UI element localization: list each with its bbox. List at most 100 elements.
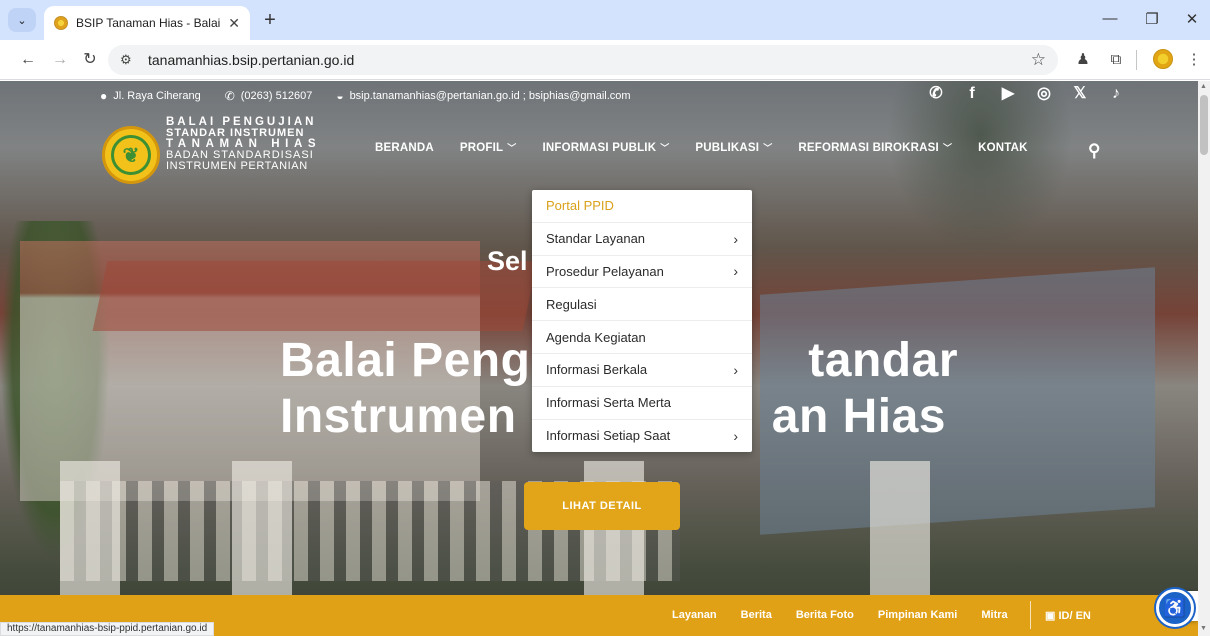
quick-links: Layanan Berita Berita Foto Pimpinan Kami…: [672, 609, 1032, 621]
bookmark-star-icon[interactable]: ☆: [1031, 50, 1046, 70]
nav-label: PUBLIKASI: [695, 141, 760, 154]
link-berita[interactable]: Berita: [741, 609, 772, 621]
search-icon[interactable]: ⚲: [1088, 141, 1108, 161]
link-pimpinan-kami[interactable]: Pimpinan Kami: [878, 609, 957, 621]
url-text[interactable]: tanamanhias.bsip.pertanian.go.id: [148, 52, 354, 68]
tab-close-icon[interactable]: ✕: [228, 15, 240, 32]
email-info: ◒ bsip.tanamanhias@pertanian.go.id ; bsi…: [336, 89, 630, 103]
extension-icon[interactable]: ♟: [1073, 50, 1093, 70]
scrollbar-thumb[interactable]: [1200, 95, 1208, 155]
email-text: bsip.tanamanhias@pertanian.go.id ; bsiph…: [349, 90, 631, 102]
nav-beranda[interactable]: BERANDA: [375, 142, 434, 154]
back-icon[interactable]: ←: [18, 50, 38, 70]
page-scrollbar[interactable]: [1198, 81, 1210, 636]
tab-title: BSIP Tanaman Hias - Balai Peng: [76, 16, 221, 30]
social-links: ✆ f ▶ ◎ 𝕏 ♪: [925, 83, 1127, 105]
close-icon[interactable]: ✕: [1180, 10, 1204, 28]
x-icon[interactable]: 𝕏: [1069, 83, 1091, 105]
background-roof: [92, 261, 538, 331]
dropdown-item-label: Informasi Serta Merta: [546, 395, 671, 411]
address-info: ● Jl. Raya Ciherang: [100, 89, 201, 103]
menu-icon[interactable]: ⋮: [1184, 50, 1204, 70]
tab-search-icon[interactable]: ⌄: [8, 8, 36, 32]
forward-icon[interactable]: →: [50, 50, 70, 70]
logo-line: INSTRUMEN PERTANIAN: [166, 160, 308, 172]
dropdown-item-informasi-serta-merta[interactable]: Informasi Serta Merta: [532, 387, 752, 420]
nav-informasi-publik[interactable]: INFORMASI PUBLIK ﹀: [542, 141, 669, 154]
minimize-icon[interactable]: —: [1098, 10, 1122, 27]
hero-subtitle: Sel: [487, 246, 528, 276]
nav-label: REFORMASI BIROKRASI: [798, 141, 939, 154]
whatsapp-icon[interactable]: ✆: [925, 83, 947, 105]
reload-icon[interactable]: ↻: [80, 50, 100, 70]
restore-icon[interactable]: ❐: [1140, 10, 1164, 28]
scroll-down-icon[interactable]: ▼: [1200, 625, 1207, 632]
tiktok-icon[interactable]: ♪: [1105, 83, 1127, 105]
email-icon: ◒: [336, 89, 344, 103]
hero-title-line2-tail: an Hias: [771, 390, 946, 443]
dropdown-item-informasi-setiap-saat[interactable]: Informasi Setiap Saat ›: [532, 420, 752, 453]
dropdown-item-standar-layanan[interactable]: Standar Layanan ›: [532, 223, 752, 256]
divider: [1030, 601, 1031, 629]
logo-text[interactable]: BALAI PENGUJIAN STANDAR INSTRUMEN TANAMA…: [166, 116, 321, 172]
site-info-icon[interactable]: ⚙: [120, 52, 136, 68]
informasi-publik-dropdown: Portal PPID Standar Layanan › Prosedur Pe…: [532, 190, 752, 453]
background-palm: [880, 81, 1080, 261]
main-navigation: BERANDA PROFIL ﹀ INFORMASI PUBLIK ﹀ PUBLIK…: [375, 141, 1054, 154]
chevron-right-icon: ›: [733, 427, 738, 444]
dropdown-item-agenda-kegiatan[interactable]: Agenda Kegiatan: [532, 321, 752, 354]
chevron-down-icon: ﹀: [660, 143, 670, 153]
toolbar-divider: [1136, 50, 1137, 70]
link-mitra[interactable]: Mitra: [981, 609, 1007, 621]
address-text: Jl. Raya Ciherang: [113, 90, 201, 102]
dropdown-item-prosedur-pelayanan[interactable]: Prosedur Pelayanan ›: [532, 256, 752, 289]
logo-emblem[interactable]: ❦: [102, 126, 160, 184]
accessibility-icon[interactable]: ♿: [1156, 589, 1194, 627]
chevron-right-icon: ›: [733, 230, 738, 247]
link-layanan[interactable]: Layanan: [672, 609, 717, 621]
nav-publikasi[interactable]: PUBLIKASI ﹀: [695, 141, 772, 154]
puzzle-icon[interactable]: ⧉: [1106, 50, 1126, 70]
lihat-detail-button[interactable]: LIHAT DETAIL: [524, 482, 680, 530]
facebook-icon[interactable]: f: [961, 83, 983, 105]
dropdown-item-label: Standar Layanan: [546, 231, 646, 247]
dropdown-item-portal-ppid[interactable]: Portal PPID: [532, 190, 752, 223]
dropdown-item-label: Agenda Kegiatan: [546, 329, 646, 345]
location-pin-icon: ●: [100, 89, 108, 103]
nav-profil[interactable]: PROFIL ﹀: [460, 141, 517, 154]
background-pillar: [232, 461, 292, 596]
top-info-bar: ● Jl. Raya Ciherang ✆ (0263) 512607 ◒ bs…: [100, 87, 655, 105]
phone-info: ✆ (0263) 512607: [225, 89, 313, 103]
instagram-icon[interactable]: ◎: [1033, 83, 1055, 105]
new-tab-button[interactable]: +: [258, 9, 282, 33]
address-bar[interactable]: ⚙ tanamanhias.bsip.pertanian.go.id ☆: [108, 45, 1058, 75]
active-tab[interactable]: BSIP Tanaman Hias - Balai Peng ✕: [44, 6, 250, 40]
phone-icon: ✆: [224, 89, 235, 103]
link-berita-foto[interactable]: Berita Foto: [796, 609, 854, 621]
dropdown-item-label: Informasi Setiap Saat: [546, 428, 671, 444]
youtube-icon[interactable]: ▶: [997, 83, 1019, 105]
tab-strip: ⌄ BSIP Tanaman Hias - Balai Peng ✕ + — ❐…: [0, 0, 1210, 40]
phone-text: (0263) 512607: [240, 90, 313, 102]
dropdown-item-label: Informasi Berkala: [546, 362, 648, 378]
language-switch[interactable]: ▣ ID/ EN: [1045, 609, 1091, 622]
chevron-down-icon: ﹀: [763, 143, 773, 153]
scroll-up-icon[interactable]: ▲: [1200, 83, 1207, 90]
nav-label: KONTAK: [978, 141, 1028, 154]
dropdown-item-regulasi[interactable]: Regulasi: [532, 288, 752, 322]
dropdown-item-informasi-berkala[interactable]: Informasi Berkala ›: [532, 354, 752, 387]
nav-kontak[interactable]: KONTAK: [978, 142, 1028, 154]
leaf-icon: ❦: [111, 135, 151, 175]
flag-icon: ▣: [1045, 610, 1059, 622]
nav-reformasi-birokrasi[interactable]: REFORMASI BIROKRASI ﹀: [798, 141, 952, 154]
chevron-down-icon: ﹀: [942, 143, 953, 153]
background-pillar: [870, 461, 930, 596]
nav-label: PROFIL: [459, 141, 504, 154]
profile-avatar[interactable]: [1153, 49, 1173, 69]
hero-title-line2: Instrumen: [280, 390, 517, 443]
hero-title-line1-tail: tandar: [808, 334, 958, 387]
background-pillar: [60, 461, 120, 596]
dropdown-item-label: Portal PPID: [546, 198, 614, 214]
chevron-right-icon: ›: [733, 263, 738, 280]
language-label: ID/ EN: [1058, 610, 1091, 622]
